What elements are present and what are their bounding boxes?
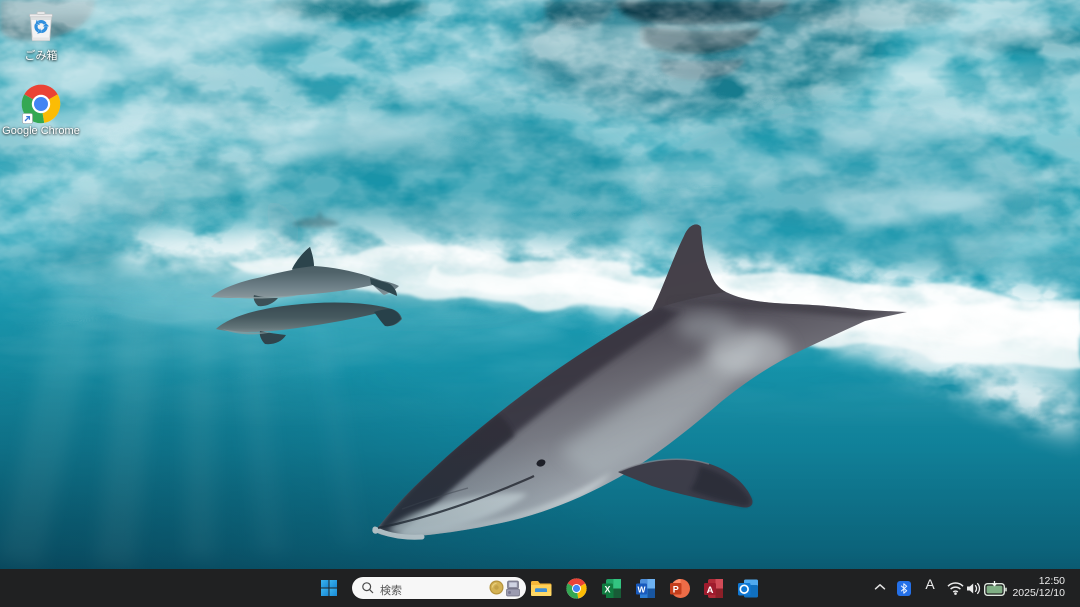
svg-text:A: A bbox=[707, 585, 714, 596]
svg-text:W: W bbox=[637, 585, 646, 595]
svg-text:P: P bbox=[673, 584, 679, 594]
svg-text:X: X bbox=[604, 585, 610, 595]
